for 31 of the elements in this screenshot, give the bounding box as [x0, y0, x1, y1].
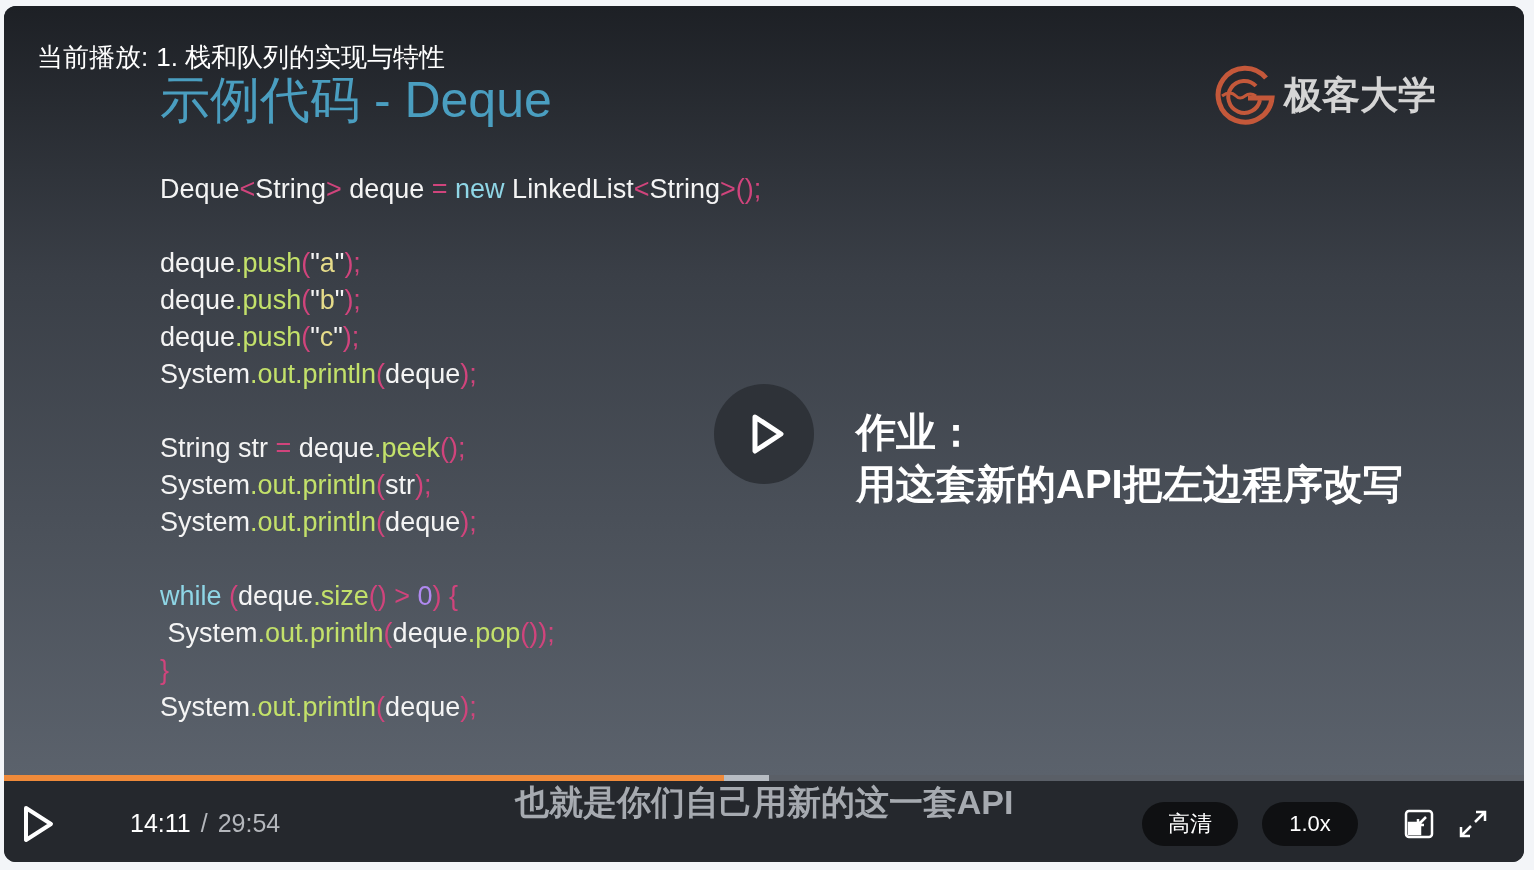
slide-title: 示例代码 - Deque	[160, 71, 552, 129]
picture-in-picture-icon[interactable]	[1404, 808, 1434, 839]
quality-button[interactable]: 高清	[1142, 801, 1238, 846]
subtitle: 也就是你们自己用新的这一套API	[514, 782, 1014, 823]
speed-button[interactable]: 1.0x	[1262, 801, 1358, 846]
homework-text: 用这套新的API把左边程序改写	[856, 461, 1403, 508]
code-line: Deque<String> deque = new LinkedList<String>();	[160, 173, 762, 206]
code-line: System.out.println(deque.pop());	[166, 617, 555, 650]
code-line: deque.push("a");	[160, 247, 361, 280]
homework-text: 作业：	[856, 409, 977, 456]
code-line: deque.push("c");	[160, 321, 360, 354]
logo-text: 极客大学	[1284, 72, 1436, 118]
now-playing-label: 当前播放:	[37, 41, 149, 74]
code-line: while (deque.size() > 0) {	[160, 580, 458, 613]
play-icon	[751, 413, 785, 455]
logo-icon	[1214, 64, 1276, 126]
time-separator: /	[200, 809, 208, 838]
code-line: deque.push("b");	[160, 284, 361, 317]
fullscreen-icon[interactable]	[1458, 808, 1488, 839]
code-line: System.out.println(str);	[160, 469, 432, 502]
code-line: System.out.println(deque);	[160, 358, 477, 391]
current-time: 14:11	[130, 809, 191, 838]
code-line: System.out.println(deque);	[160, 691, 477, 724]
play-button[interactable]	[22, 803, 56, 844]
progress-bar[interactable]	[4, 775, 1524, 781]
now-playing-title: 1. 栈和队列的实现与特性	[156, 41, 446, 74]
code-line: }	[160, 654, 170, 687]
code-line: String str = deque.peek();	[160, 432, 466, 465]
duration: 29:54	[217, 809, 281, 838]
code-line: System.out.println(deque);	[160, 506, 477, 539]
play-icon	[22, 803, 56, 844]
